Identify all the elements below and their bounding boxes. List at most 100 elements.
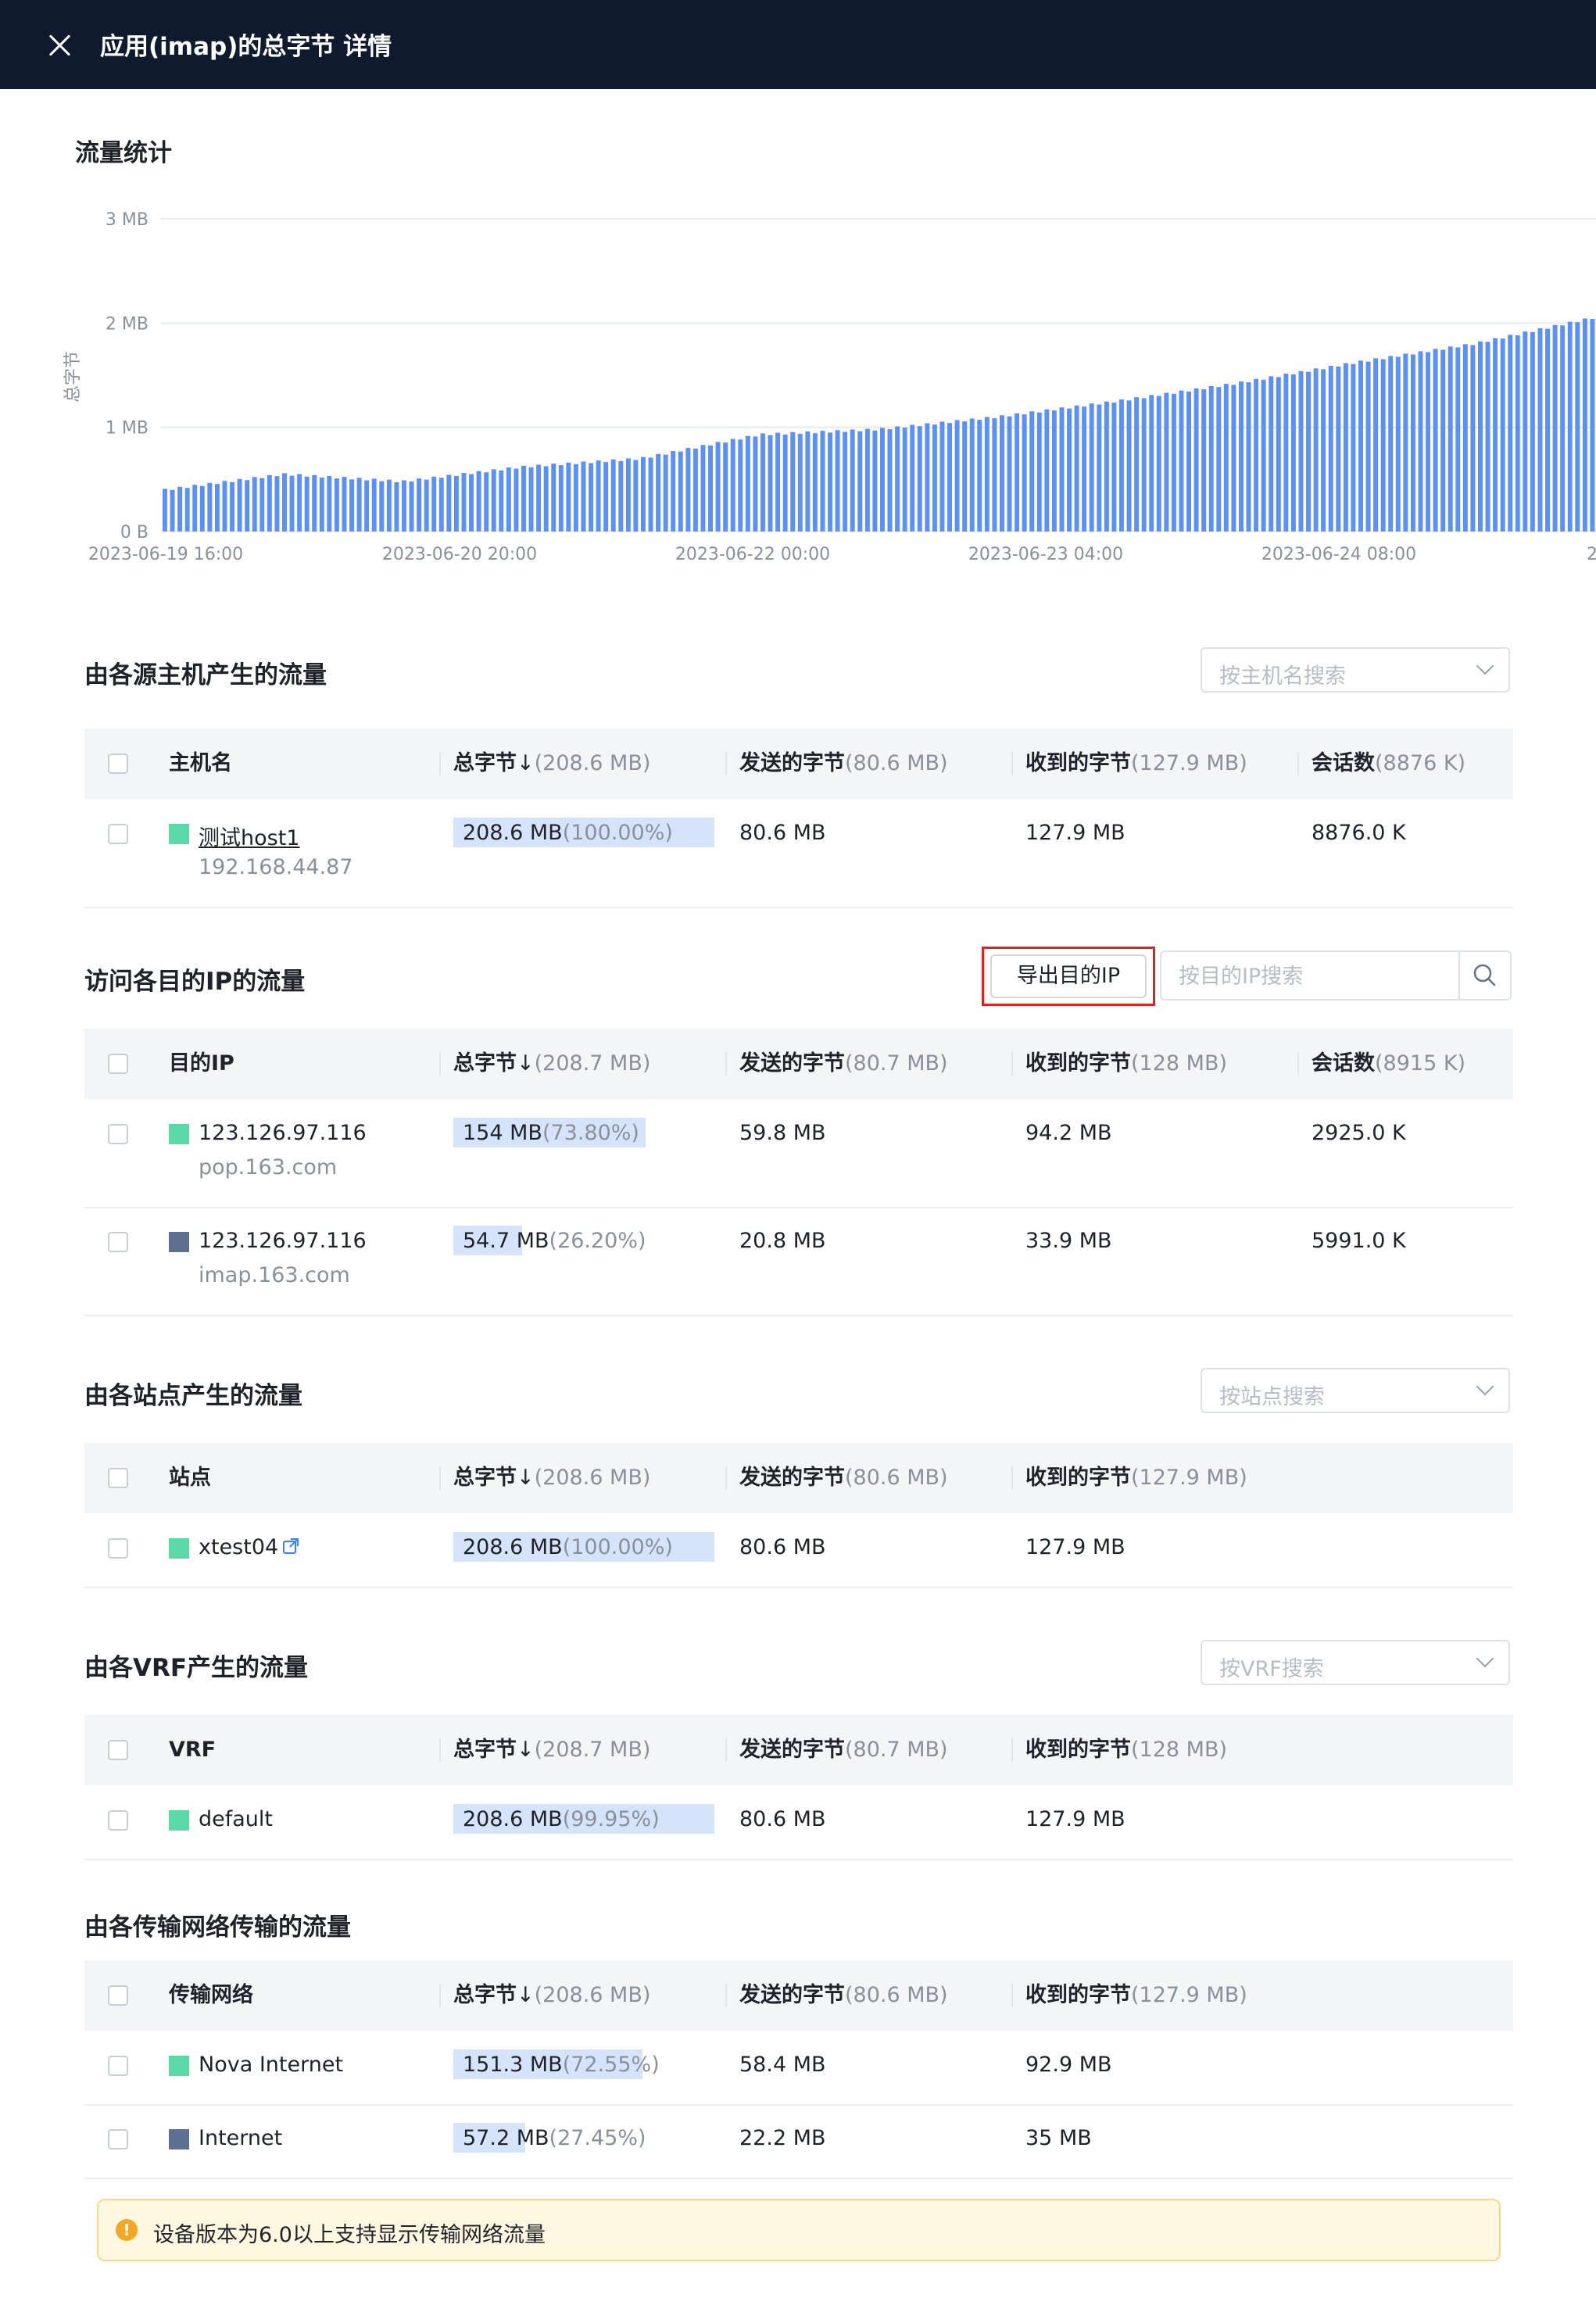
column-subtotal: (80.6 MB) [845, 1983, 948, 2007]
chart-bar [745, 435, 750, 532]
column-label: 目的IP [169, 1051, 234, 1076]
arrow-down-icon[interactable]: ↓ [517, 1738, 535, 1762]
chart-bar [1545, 328, 1550, 532]
external-link-icon[interactable] [281, 1537, 300, 1559]
arrow-down-icon[interactable]: ↓ [517, 1466, 535, 1490]
chart-bar [438, 478, 444, 532]
chart-bar [394, 481, 399, 532]
chart-bar [603, 462, 609, 532]
select-all-checkbox[interactable] [108, 1468, 128, 1488]
vrf-search-select[interactable]: 按VRF搜索 [1201, 1640, 1510, 1685]
chart-bar [610, 459, 616, 532]
search-button[interactable] [1458, 952, 1510, 999]
column-header-total[interactable]: 总字节↓(208.6 MB) [438, 728, 650, 799]
row-recv: 33.9 MB [1025, 1229, 1112, 1253]
chart-bar [633, 460, 639, 532]
table-row: 123.126.97.116 pop.163.com 154 MB(73.80%) 5… [84, 1099, 1513, 1208]
column-header-recv[interactable]: 收到的字节(127.9 MB) [1011, 1960, 1247, 2031]
column-label: 会话数 [1312, 1051, 1375, 1076]
x-tick-label: 2023-06-19 16:00 [88, 545, 243, 564]
column-header-name: 传输网络 [169, 1960, 253, 2031]
column-header-sent[interactable]: 发送的字节(80.7 MB) [725, 1029, 948, 1099]
column-label: 总字节 [453, 1051, 517, 1076]
column-label: 总字节 [453, 1466, 517, 1490]
select-all-checkbox[interactable] [108, 753, 128, 774]
column-label: 站点 [169, 1466, 211, 1490]
chart-bar [506, 467, 511, 532]
color-swatch [169, 1538, 189, 1559]
chart-bar [1515, 335, 1520, 532]
share-bar: 151.3 MB(72.55%) [453, 2049, 714, 2079]
chart-bar [1111, 403, 1117, 532]
row-sent: 20.8 MB [739, 1229, 826, 1253]
x-tick-label: 2023-06-24 08:00 [1261, 545, 1416, 564]
chart-bar [1493, 338, 1498, 532]
chart-bar [319, 477, 324, 532]
chart-bar [828, 432, 832, 532]
column-label: 总字节 [453, 1983, 517, 2007]
chart-bar [417, 478, 422, 532]
site-search-placeholder: 按站点搜索 [1219, 1385, 1325, 1409]
column-header-sessions[interactable]: 会话数(8876 K) [1297, 728, 1465, 799]
page-title: 应用(imap)的总字节 详情 [100, 33, 392, 61]
chart-bar [1164, 392, 1169, 532]
row-checkbox[interactable] [108, 2129, 128, 2149]
host-section-title: 由各源主机产生的流量 [84, 661, 327, 689]
select-all-checkbox[interactable] [108, 1740, 128, 1760]
column-header-total[interactable]: 总字节↓(208.6 MB) [438, 1960, 650, 2031]
host-search-select[interactable]: 按主机名搜索 [1201, 647, 1510, 693]
column-header-sent[interactable]: 发送的字节(80.6 MB) [725, 1960, 948, 2031]
y-tick-label: 1 MB [106, 419, 149, 438]
chart-bar [1313, 368, 1319, 532]
chart-bar [1373, 358, 1379, 532]
arrow-down-icon[interactable]: ↓ [517, 1051, 535, 1076]
column-header-sessions[interactable]: 会话数(8915 K) [1297, 1029, 1465, 1099]
close-icon[interactable] [45, 31, 73, 59]
chart-bar [1530, 331, 1535, 532]
chart-bar [1306, 371, 1311, 532]
export-dest-ip-button[interactable]: 导出目的IP [990, 954, 1147, 998]
arrow-down-icon[interactable]: ↓ [517, 751, 535, 775]
column-header-sent[interactable]: 发送的字节(80.7 MB) [725, 1715, 948, 1785]
arrow-down-icon[interactable]: ↓ [517, 1983, 535, 2007]
dest-search-input[interactable] [1163, 954, 1462, 999]
row-name: Nova Internet [199, 2053, 344, 2077]
row-checkbox[interactable] [108, 1810, 128, 1831]
column-header-total[interactable]: 总字节↓(208.7 MB) [438, 1029, 650, 1099]
chart-bar [939, 421, 945, 532]
row-sessions: 8876.0 K [1312, 821, 1406, 845]
chart-bar [984, 417, 989, 532]
column-subtotal: (208.6 MB) [534, 1466, 651, 1490]
table-header: 主机名 总字节↓(208.6 MB) 发送的字节(80.6 MB) 收到的字节(127… [84, 728, 1513, 799]
row-checkbox[interactable] [108, 1232, 128, 1252]
select-all-checkbox[interactable] [108, 1054, 128, 1074]
chart-bar [1082, 406, 1087, 532]
chart-bar [274, 476, 280, 532]
column-header-recv[interactable]: 收到的字节(128 MB) [1011, 1029, 1227, 1099]
row-name[interactable]: 测试host1 [199, 821, 299, 851]
chart-bar [424, 479, 429, 532]
column-header-total[interactable]: 总字节↓(208.7 MB) [438, 1715, 650, 1785]
column-header-recv[interactable]: 收到的字节(127.9 MB) [1011, 728, 1247, 799]
chart-bar [835, 430, 840, 532]
site-section-title: 由各站点产生的流量 [84, 1382, 302, 1410]
y-tick-label: 3 MB [106, 210, 149, 230]
column-header-sent[interactable]: 发送的字节(80.6 MB) [725, 1443, 948, 1513]
row-name: 123.126.97.116 [199, 1229, 367, 1253]
column-header-recv[interactable]: 收到的字节(128 MB) [1011, 1715, 1227, 1785]
share-bar: 208.6 MB(100.00%) [453, 1532, 714, 1562]
row-checkbox[interactable] [108, 1538, 128, 1559]
chart-bar [371, 478, 377, 532]
chart-bar [543, 466, 549, 532]
chart-bar [723, 442, 728, 532]
column-header-recv[interactable]: 收到的字节(127.9 MB) [1011, 1443, 1247, 1513]
chart-bar [1097, 404, 1102, 532]
row-checkbox[interactable] [108, 824, 128, 844]
column-header-sent[interactable]: 发送的字节(80.6 MB) [725, 728, 948, 799]
select-all-checkbox[interactable] [108, 1985, 128, 2006]
site-search-select[interactable]: 按站点搜索 [1201, 1368, 1510, 1413]
row-checkbox[interactable] [108, 1124, 128, 1144]
column-header-total[interactable]: 总字节↓(208.6 MB) [438, 1443, 651, 1513]
row-checkbox[interactable] [108, 2056, 128, 2076]
chart-bar [1470, 345, 1476, 532]
